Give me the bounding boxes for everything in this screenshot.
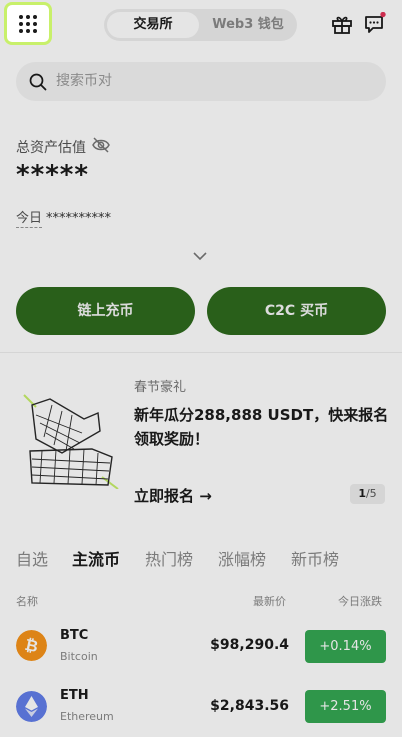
column-name: 名称 <box>16 595 38 608</box>
signup-now-link[interactable]: 立即报名 → <box>134 485 212 506</box>
mode-switch: 交易所 Web3 钱包 <box>104 9 297 41</box>
today-pnl-label: 今日 <box>16 211 43 228</box>
menu-grid-icon[interactable] <box>4 2 52 45</box>
pager-current: 1 <box>358 487 366 500</box>
tab-web3-wallet[interactable]: Web3 钱包 <box>202 12 294 38</box>
deposit-button[interactable]: 链上充币 <box>16 287 195 335</box>
exchange-home: 交易所 Web3 钱包 搜索币对 总资产估值 ***** 今日 ********… <box>0 0 402 737</box>
c2c-buy-button[interactable]: C2C 买币 <box>207 287 386 335</box>
ethereum-icon <box>16 691 47 722</box>
coin-price: $98,290.4 <box>210 637 289 653</box>
today-pnl: 今日 ********** <box>16 207 112 228</box>
column-price: 最新价 <box>253 595 286 608</box>
search-bar[interactable]: 搜索币对 <box>16 62 386 101</box>
tab-exchange[interactable]: 交易所 <box>107 12 199 38</box>
top-bar: 交易所 Web3 钱包 <box>0 0 402 50</box>
section-divider <box>0 352 402 353</box>
dim-overlay <box>0 0 402 737</box>
tab-new-listings[interactable]: 新币榜 <box>291 546 339 570</box>
coin-change-badge[interactable]: +0.14% <box>305 630 386 663</box>
search-icon <box>29 73 47 91</box>
coin-symbol: ETH <box>60 688 89 703</box>
chevron-down-icon[interactable] <box>192 251 208 261</box>
total-assets-value: ***** <box>16 160 89 190</box>
banner-pager: 1/5 <box>350 484 385 504</box>
coin-name: Ethereum <box>60 710 114 723</box>
tab-mainstream[interactable]: 主流币 <box>72 546 120 570</box>
banner-subtitle: 春节豪礼 <box>134 380 187 395</box>
search-placeholder: 搜索币对 <box>56 73 112 89</box>
message-icon[interactable] <box>363 12 387 36</box>
coin-name: Bitcoin <box>60 650 98 663</box>
total-assets-label: 总资产估值 <box>16 140 86 156</box>
promo-illustration-icon[interactable] <box>22 393 122 489</box>
pager-total: /5 <box>365 487 377 500</box>
coin-change-badge[interactable]: +2.51% <box>305 690 386 723</box>
tab-hot[interactable]: 热门榜 <box>145 546 193 570</box>
bitcoin-icon: ₿ <box>16 630 47 661</box>
gift-icon[interactable] <box>331 13 353 35</box>
column-change: 今日涨跌 <box>338 595 382 608</box>
today-pnl-value: ********** <box>46 211 112 226</box>
eye-hidden-icon[interactable] <box>91 136 111 154</box>
coin-price: $2,843.56 <box>210 698 289 714</box>
tab-favorites[interactable]: 自选 <box>16 546 48 570</box>
tab-gainers[interactable]: 涨幅榜 <box>218 546 266 570</box>
coin-symbol: BTC <box>60 628 89 643</box>
banner-title[interactable]: 新年瓜分288,888 USDT，快来报名领取奖励！ <box>134 403 389 451</box>
notification-dot <box>380 12 386 18</box>
